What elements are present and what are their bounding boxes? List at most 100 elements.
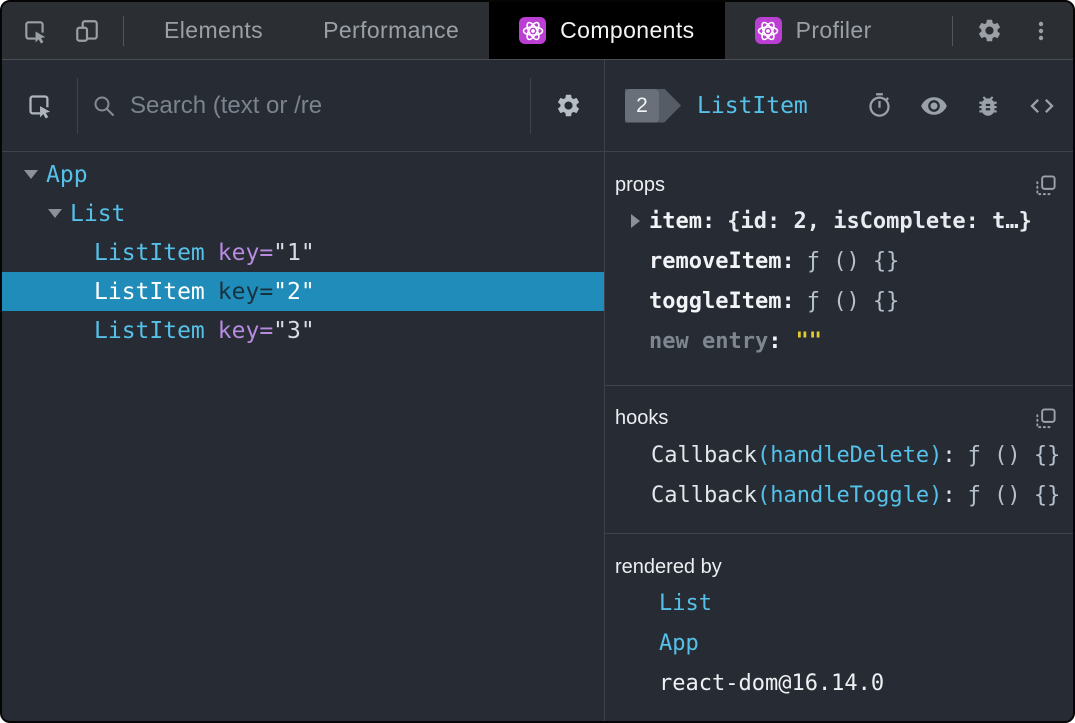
owner-link[interactable]: List: [659, 591, 712, 616]
inspect-element-button[interactable]: [2, 2, 61, 59]
selected-component-header: 2 ListItem: [605, 60, 1073, 152]
copy-hooks-button[interactable]: [1034, 407, 1057, 430]
section-title: rendered by: [615, 555, 722, 578]
key-attribute: key=: [217, 278, 274, 305]
colon: :: [942, 483, 956, 509]
view-source-button[interactable]: [1028, 92, 1056, 120]
hook-value: ƒ () {}: [967, 443, 1061, 469]
inspect-dom-button[interactable]: [920, 92, 948, 120]
tab-components[interactable]: Components: [489, 2, 725, 59]
kebab-menu-icon: [1038, 21, 1044, 40]
search-input[interactable]: [130, 91, 516, 120]
devtools-settings-button[interactable]: [963, 2, 1016, 59]
code-brackets-icon: [1030, 98, 1054, 113]
selected-component-name: ListItem: [697, 92, 808, 119]
tab-profiler[interactable]: Profiler: [725, 2, 902, 59]
chevron-down-icon[interactable]: [24, 170, 38, 179]
rendered-by-row-list[interactable]: List: [605, 583, 1073, 623]
devtools-window: Elements Performance Components Profiler: [0, 0, 1075, 723]
renderer-version: react-dom@16.14.0: [659, 670, 885, 696]
tab-elements[interactable]: Elements: [134, 2, 293, 59]
stopwatch-icon: [869, 93, 890, 117]
components-panel: App List ListItemkey="1" ListItemkey="2"…: [2, 60, 1073, 721]
log-component-button[interactable]: [975, 93, 1001, 119]
hook-name: (handleDelete): [756, 443, 943, 469]
tree-row-listitem-2-selected[interactable]: ListItem key= "2": [2, 272, 604, 311]
hook-row-handledelete[interactable]: Callback (handleDelete): ƒ () {}: [605, 437, 1073, 475]
key-value: "2": [273, 278, 315, 305]
tree-row-list[interactable]: List: [2, 194, 604, 233]
gear-icon: [978, 19, 1001, 42]
key-value: "3": [273, 317, 315, 344]
devtools-topbar: Elements Performance Components Profiler: [2, 2, 1073, 60]
tree-row-listitem-3[interactable]: ListItem key= "3": [2, 311, 604, 350]
hook-row-handletoggle[interactable]: Callback (handleToggle): ƒ () {}: [605, 477, 1073, 515]
component-tree-pane: App List ListItemkey="1" ListItemkey="2"…: [2, 60, 605, 721]
rendered-by-row-renderer: react-dom@16.14.0: [605, 663, 1073, 703]
tab-label: Performance: [323, 17, 460, 43]
new-entry-value-input[interactable]: "": [795, 329, 822, 354]
chevron-down-icon[interactable]: [48, 209, 62, 218]
toolbar-separator: [77, 77, 78, 134]
tab-label: Profiler: [795, 17, 872, 43]
prop-row-toggleitem[interactable]: toggleItem: ƒ () {}: [605, 281, 1073, 321]
hook-name: (handleToggle): [756, 483, 943, 509]
props-section: props item: {id: 2, isComplete: t…} remov…: [605, 152, 1073, 386]
tree-row-app[interactable]: App: [2, 155, 604, 194]
component-name: List: [70, 200, 126, 227]
gear-icon: [557, 94, 580, 117]
prop-value: ƒ () {}: [806, 288, 900, 314]
device-toolbar-button[interactable]: [61, 2, 113, 59]
owner-link[interactable]: App: [659, 631, 699, 656]
component-name: ListItem: [94, 239, 205, 266]
copy-props-button[interactable]: [1034, 174, 1057, 197]
device-toolbar-icon: [76, 19, 98, 42]
prop-row-new-entry[interactable]: new entry: "": [605, 321, 1073, 361]
search-icon: [94, 96, 114, 116]
rendered-by-row-app[interactable]: App: [605, 623, 1073, 663]
prop-name: toggleItem: [649, 288, 782, 314]
key-value: "1": [273, 239, 315, 266]
bug-icon: [979, 95, 997, 116]
tree-row-listitem-1[interactable]: ListItem key= "1": [2, 233, 604, 272]
chevron-right-icon[interactable]: [630, 214, 640, 228]
prop-value: {id: 2, isComplete: t…}: [727, 208, 1032, 234]
tab-performance[interactable]: Performance: [293, 2, 489, 59]
colon: :: [768, 328, 782, 354]
prop-name: item: [649, 208, 702, 234]
eye-icon: [921, 96, 947, 115]
copy-icon: [1036, 408, 1056, 429]
react-logo-icon: [754, 17, 782, 44]
component-name: ListItem: [94, 278, 205, 305]
component-tree: App List ListItem key= "1" ListItem key= "2"…: [2, 152, 604, 721]
suspense-toggle-button[interactable]: [866, 92, 893, 119]
colon: :: [781, 248, 795, 274]
prop-row-removeitem[interactable]: removeItem: ƒ () {}: [605, 241, 1073, 281]
colon: :: [781, 288, 795, 314]
hooks-section: hooks Callback (handleDelete): ƒ () {} Cal…: [605, 386, 1073, 534]
rendered-by-section: rendered by List App react-dom@16.14.0: [605, 534, 1073, 721]
hook-type: Callback: [651, 483, 757, 509]
more-options-button[interactable]: [1016, 2, 1073, 59]
view-settings-button[interactable]: [545, 92, 604, 119]
component-name: App: [46, 161, 88, 188]
new-entry-name-input[interactable]: new entry: [649, 329, 768, 354]
prop-name: removeItem: [649, 248, 782, 274]
toolbar-separator: [530, 77, 531, 134]
topbar-separator: [123, 15, 124, 46]
owners-stack-badge[interactable]: 2: [625, 88, 681, 123]
react-logo-icon: [519, 17, 547, 44]
component-name: ListItem: [94, 317, 205, 344]
copy-icon: [1036, 174, 1056, 195]
inspect-cursor-icon: [25, 20, 47, 44]
prop-row-item[interactable]: item: {id: 2, isComplete: t…}: [605, 201, 1073, 241]
select-component-button[interactable]: [2, 92, 63, 119]
component-inspector-pane: 2 ListItem props item: {id: 2, isComple…: [605, 60, 1073, 721]
key-attribute: key=: [217, 239, 274, 266]
topbar-separator: [952, 15, 953, 46]
tab-label: Components: [560, 17, 695, 43]
colon: :: [942, 443, 956, 469]
tab-label: Elements: [164, 17, 264, 43]
hook-value: ƒ () {}: [967, 483, 1061, 509]
tree-toolbar: [2, 60, 604, 152]
